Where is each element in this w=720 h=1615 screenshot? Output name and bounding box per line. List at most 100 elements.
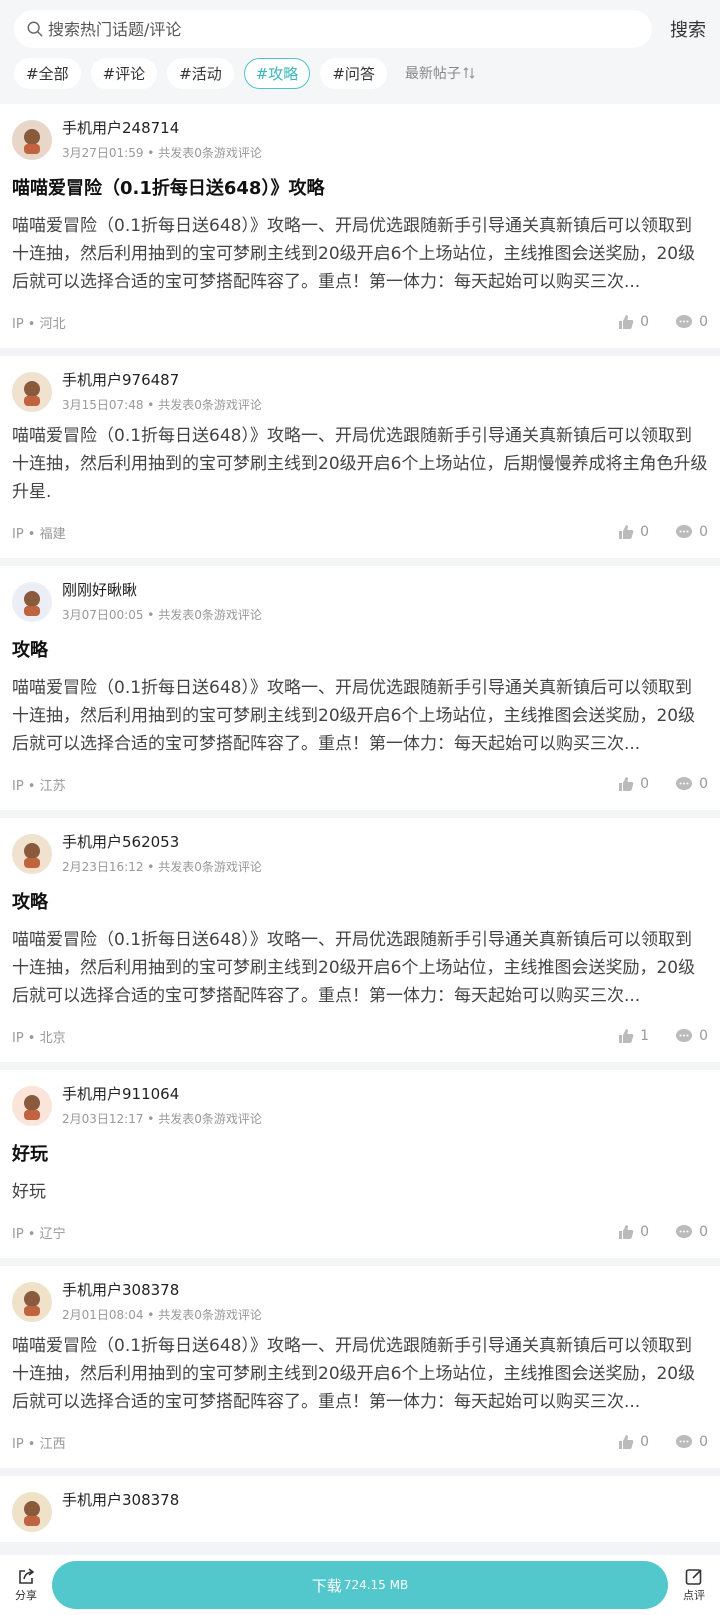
- user-info: 手机用户976487 3月15日07:48 • 共发表0条游戏评论: [62, 370, 262, 422]
- tag-all[interactable]: #全部: [14, 57, 81, 89]
- avatar-image: [12, 582, 52, 622]
- comment-button[interactable]: 0: [675, 1028, 708, 1044]
- search-input[interactable]: [48, 19, 652, 39]
- sort-arrows-icon: [463, 67, 475, 79]
- avatar[interactable]: [12, 1492, 52, 1532]
- avatar[interactable]: [12, 582, 52, 622]
- comment-count: 0: [699, 1028, 708, 1044]
- share-icon: [19, 1568, 35, 1584]
- thumbs-up-icon: [619, 525, 634, 539]
- post-actions: 0 0: [592, 1434, 708, 1450]
- like-count: 0: [640, 524, 650, 540]
- post-card[interactable]: 手机用户562053 2月23日16:12 • 共发表0条游戏评论 攻略 喵喵爱…: [0, 818, 720, 1062]
- tag-qa[interactable]: #问答: [320, 57, 387, 89]
- like-button[interactable]: 0: [618, 1224, 649, 1240]
- post-actions: 0 0: [592, 1224, 708, 1240]
- user-info: 手机用户911064 2月03日12:17 • 共发表0条游戏评论: [62, 1084, 262, 1136]
- user-info: 手机用户308378: [62, 1490, 179, 1542]
- comment-count: 0: [699, 1434, 708, 1450]
- search-box[interactable]: [14, 10, 652, 48]
- comment-button[interactable]: 0: [675, 314, 708, 330]
- tag-filter-bar: #全部 #评论 #活动 #攻略 #问答 最新帖子: [14, 57, 706, 89]
- avatar[interactable]: [12, 1086, 52, 1126]
- avatar[interactable]: [12, 1282, 52, 1322]
- post-body: 喵喵爱冒险（0.1折每日送648）》攻略一、开局优选跟随新手引导通关真新镇后可以…: [12, 426, 708, 502]
- sort-dropdown[interactable]: 最新帖子: [405, 63, 475, 83]
- post-header: 手机用户308378 2月01日08:04 • 共发表0条游戏评论: [12, 1280, 708, 1332]
- comment-count: 0: [699, 1224, 708, 1240]
- avatar-image: [12, 372, 52, 412]
- post-card[interactable]: 刚刚好瞅瞅 3月07日00:05 • 共发表0条游戏评论 攻略 喵喵爱冒险（0.…: [0, 566, 720, 810]
- comment-button[interactable]: 0: [675, 776, 708, 792]
- post-card[interactable]: 手机用户308378: [0, 1476, 720, 1542]
- download-button[interactable]: 下载 724.15 MB: [52, 1561, 668, 1609]
- comment-icon: [676, 315, 693, 328]
- post-meta: 2月03日12:17 • 共发表0条游戏评论: [62, 1112, 262, 1126]
- ip-location: IP • 河北: [12, 316, 66, 332]
- search-button[interactable]: 搜索: [664, 16, 706, 42]
- username[interactable]: 刚刚好瞅瞅: [62, 580, 262, 600]
- avatar-image: [12, 834, 52, 874]
- like-count: 0: [640, 1434, 650, 1450]
- post-body: 喵喵爱冒险（0.1折每日送648）》攻略一、开局优选跟随新手引导通关真新镇后可以…: [12, 678, 696, 754]
- review-button[interactable]: 点评: [676, 1567, 712, 1603]
- like-button[interactable]: 0: [618, 524, 649, 540]
- comment-icon: [676, 1435, 693, 1448]
- post-card[interactable]: 手机用户976487 3月15日07:48 • 共发表0条游戏评论 喵喵爱冒险（…: [0, 356, 720, 558]
- tag-guide[interactable]: #攻略: [243, 57, 311, 89]
- username[interactable]: 手机用户976487: [62, 370, 262, 390]
- thumbs-up-icon: [619, 1435, 634, 1449]
- post-title: 攻略: [12, 640, 48, 661]
- search-row: 搜索: [14, 10, 706, 48]
- edit-icon: [685, 1569, 702, 1585]
- user-info: 手机用户248714 3月27日01:59 • 共发表0条游戏评论: [62, 118, 262, 170]
- avatar-image: [12, 1282, 52, 1322]
- like-button[interactable]: 0: [618, 1434, 649, 1450]
- user-info: 刚刚好瞅瞅 3月07日00:05 • 共发表0条游戏评论: [62, 580, 262, 632]
- post-actions: 1 0: [592, 1028, 708, 1044]
- download-label: 下载: [311, 1576, 342, 1595]
- username[interactable]: 手机用户562053: [62, 832, 262, 852]
- post-card[interactable]: 手机用户911064 2月03日12:17 • 共发表0条游戏评论 好玩 好玩 …: [0, 1070, 720, 1258]
- avatar[interactable]: [12, 834, 52, 874]
- top-bar: 搜索 #全部 #评论 #活动 #攻略 #问答 最新帖子: [0, 0, 720, 104]
- post-header: 手机用户911064 2月03日12:17 • 共发表0条游戏评论: [12, 1084, 708, 1136]
- post-actions: 0 0: [592, 314, 708, 330]
- post-card[interactable]: 手机用户308378 2月01日08:04 • 共发表0条游戏评论 喵喵爱冒险（…: [0, 1266, 720, 1468]
- post-meta: 3月27日01:59 • 共发表0条游戏评论: [62, 146, 262, 160]
- comment-button[interactable]: 0: [675, 1434, 708, 1450]
- username[interactable]: 手机用户911064: [62, 1084, 262, 1104]
- tag-event[interactable]: #活动: [167, 57, 234, 89]
- username[interactable]: 手机用户248714: [62, 118, 262, 138]
- post-footer: IP • 江西 0 0: [12, 1416, 708, 1468]
- tag-review[interactable]: #评论: [90, 57, 158, 89]
- like-button[interactable]: 0: [618, 776, 649, 792]
- thumbs-up-icon: [619, 777, 634, 791]
- comment-button[interactable]: 0: [675, 1224, 708, 1240]
- post-meta: 3月07日00:05 • 共发表0条游戏评论: [62, 608, 262, 622]
- like-count: 1: [640, 1028, 650, 1044]
- user-info: 手机用户308378 2月01日08:04 • 共发表0条游戏评论: [62, 1280, 262, 1332]
- post-actions: 0 0: [592, 776, 708, 792]
- post-header: 手机用户976487 3月15日07:48 • 共发表0条游戏评论: [12, 370, 708, 422]
- share-button[interactable]: 分享: [8, 1567, 44, 1603]
- comment-button[interactable]: 0: [675, 524, 708, 540]
- avatar-image: [12, 1492, 52, 1532]
- ip-location: IP • 辽宁: [12, 1226, 66, 1242]
- avatar[interactable]: [12, 372, 52, 412]
- sort-label: 最新帖子: [404, 66, 461, 82]
- post-body: 喵喵爱冒险（0.1折每日送648）》攻略一、开局优选跟随新手引导通关真新镇后可以…: [12, 1336, 696, 1412]
- like-count: 0: [640, 314, 650, 330]
- like-count: 0: [640, 1224, 650, 1240]
- avatar[interactable]: [12, 120, 52, 160]
- username[interactable]: 手机用户308378: [62, 1280, 262, 1300]
- post-card[interactable]: 手机用户248714 3月27日01:59 • 共发表0条游戏评论 喵喵爱冒险（…: [0, 104, 720, 348]
- share-label: 分享: [15, 1589, 37, 1602]
- avatar-image: [12, 1086, 52, 1126]
- post-meta: 2月01日08:04 • 共发表0条游戏评论: [62, 1308, 262, 1322]
- username[interactable]: 手机用户308378: [62, 1490, 179, 1510]
- user-info: 手机用户562053 2月23日16:12 • 共发表0条游戏评论: [62, 832, 262, 884]
- like-button[interactable]: 0: [618, 314, 649, 330]
- review-label: 点评: [683, 1589, 705, 1602]
- like-button[interactable]: 1: [618, 1028, 649, 1044]
